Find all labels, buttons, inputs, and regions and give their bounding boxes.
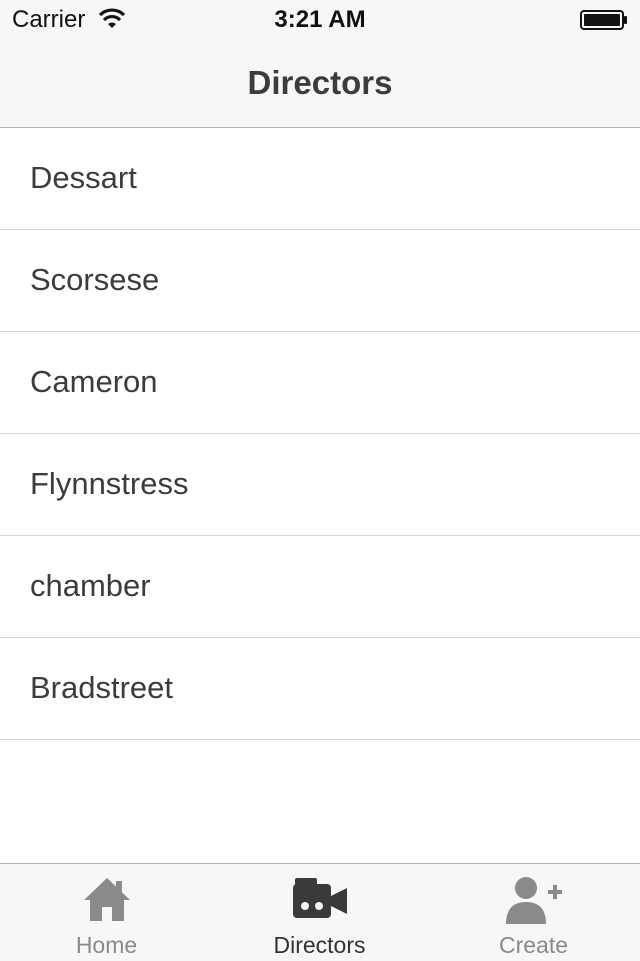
director-name: Dessart — [30, 160, 137, 195]
tab-create-label: Create — [498, 932, 569, 958]
clock: 3:21 AM — [274, 6, 366, 33]
tab-home[interactable]: Home — [0, 864, 213, 961]
battery-icon — [580, 10, 627, 30]
director-name: Bradstreet — [30, 670, 174, 705]
director-name: chamber — [30, 568, 151, 603]
tab-home-label: Home — [75, 932, 138, 958]
tab-bar: Home Directors Create — [0, 863, 640, 961]
director-name: Cameron — [30, 364, 158, 399]
list-item[interactable]: Cameron — [0, 332, 640, 434]
directors-list: Dessart Scorsese Cameron Flynnstress cha… — [0, 128, 640, 740]
home-icon — [83, 878, 130, 921]
video-camera-icon — [292, 878, 347, 918]
director-name: Scorsese — [30, 262, 160, 297]
list-item[interactable]: Dessart — [0, 128, 640, 230]
list-item[interactable]: Bradstreet — [0, 638, 640, 740]
director-name: Flynnstress — [30, 466, 189, 501]
list-item[interactable]: Flynnstress — [0, 434, 640, 536]
page-title: Directors — [247, 64, 393, 101]
navigation-bar: Directors — [0, 40, 640, 128]
status-bar: Carrier 3:21 AM — [0, 0, 640, 40]
list-item[interactable]: Scorsese — [0, 230, 640, 332]
tab-directors[interactable]: Directors — [213, 864, 426, 961]
list-item[interactable]: chamber — [0, 536, 640, 638]
tab-directors-label: Directors — [273, 932, 366, 958]
add-user-icon — [505, 877, 562, 924]
tab-create[interactable]: Create — [427, 864, 640, 961]
